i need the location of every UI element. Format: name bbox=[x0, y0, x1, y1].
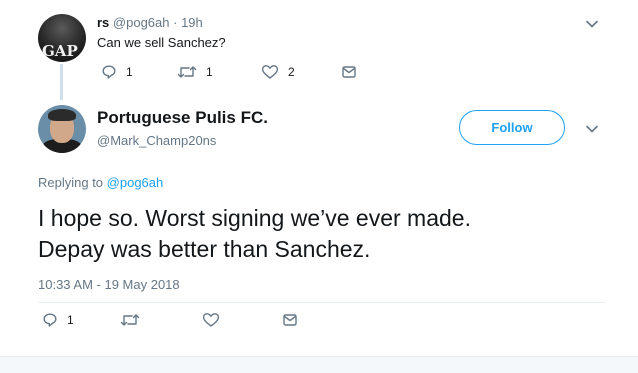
reply-action[interactable]: 1 bbox=[42, 312, 74, 328]
like-action[interactable] bbox=[202, 312, 220, 328]
parent-handle[interactable]: @pog6ah bbox=[113, 15, 170, 30]
message-icon bbox=[342, 66, 356, 78]
message-action[interactable] bbox=[282, 312, 298, 328]
tweet-text: I hope so. Worst signing we’ve ever made… bbox=[38, 203, 618, 265]
parent-display-name[interactable]: rs bbox=[97, 15, 109, 30]
retweet-icon bbox=[177, 66, 197, 78]
author-avatar[interactable] bbox=[38, 105, 86, 153]
replying-prefix: Replying to bbox=[38, 175, 104, 190]
parent-actions: 1 1 2 bbox=[97, 64, 377, 84]
follow-button[interactable]: Follow bbox=[459, 110, 565, 145]
parent-reply-action[interactable]: 1 bbox=[101, 64, 133, 80]
parent-avatar[interactable]: GAP bbox=[38, 14, 86, 62]
retweet-action[interactable] bbox=[120, 312, 140, 328]
page-footer-strip bbox=[0, 356, 638, 373]
chevron-down-icon[interactable] bbox=[585, 17, 599, 31]
author-display-name[interactable]: Portuguese Pulis FC. bbox=[97, 108, 268, 128]
parent-message-action[interactable] bbox=[341, 64, 357, 80]
like-icon bbox=[261, 65, 279, 79]
like-icon bbox=[202, 313, 220, 327]
parent-tweet[interactable]: GAP rs @pog6ah · 19h Can we sell Sanchez… bbox=[0, 0, 638, 100]
tweet-text-line-1: I hope so. Worst signing we’ve ever made… bbox=[38, 205, 471, 231]
parent-time[interactable]: · 19h bbox=[173, 15, 203, 30]
retweet-icon bbox=[120, 314, 140, 326]
parent-retweet-count: 1 bbox=[206, 65, 213, 79]
thread-connector-line bbox=[60, 64, 63, 100]
avatar-hair-shape bbox=[48, 109, 76, 121]
chevron-down-icon[interactable] bbox=[585, 122, 599, 136]
parent-author-line: rs @pog6ah · 19h bbox=[97, 15, 203, 30]
replying-to-link[interactable]: @pog6ah bbox=[107, 175, 164, 190]
reply-count: 1 bbox=[67, 313, 74, 327]
parent-reply-count: 1 bbox=[126, 65, 133, 79]
parent-like-action[interactable]: 2 bbox=[261, 64, 295, 80]
replying-to-line: Replying to @pog6ah bbox=[38, 175, 163, 190]
reply-icon bbox=[43, 313, 57, 327]
author-handle[interactable]: @Mark_Champ20ns bbox=[97, 133, 216, 148]
tweet-actions: 1 bbox=[38, 312, 338, 332]
parent-like-count: 2 bbox=[288, 65, 295, 79]
avatar-logo-text: GAP bbox=[42, 42, 78, 60]
reply-icon bbox=[102, 65, 116, 79]
message-icon bbox=[283, 314, 297, 326]
parent-retweet-action[interactable]: 1 bbox=[177, 64, 213, 80]
divider bbox=[38, 302, 605, 303]
parent-tweet-text: Can we sell Sanchez? bbox=[97, 35, 226, 50]
tweet-text-line-2: Depay was better than Sanchez. bbox=[38, 236, 371, 262]
tweet-timestamp[interactable]: 10:33 AM - 19 May 2018 bbox=[38, 277, 180, 292]
